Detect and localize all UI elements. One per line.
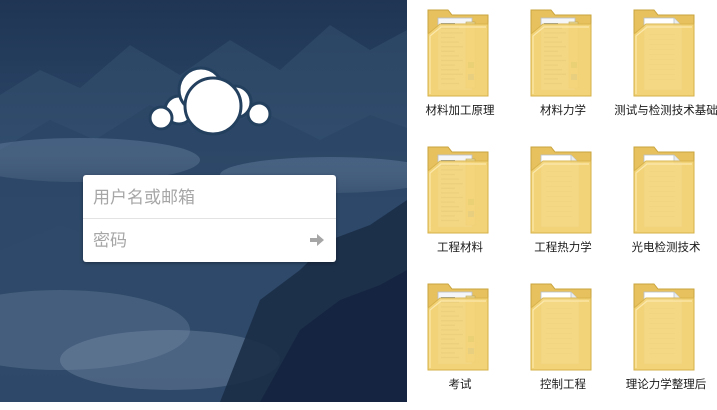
folder-item[interactable]: 材料加工原理 — [410, 4, 510, 136]
folder-icon — [628, 4, 700, 100]
folder-label: 理论力学整理后 — [625, 377, 707, 391]
folder-icon — [422, 278, 494, 374]
folder-item[interactable]: 考试 — [410, 278, 510, 410]
folder-icon — [628, 141, 700, 237]
folder-icon — [525, 141, 597, 237]
folder-icon — [422, 141, 494, 237]
folder-label: 控制工程 — [540, 377, 586, 391]
cloud-logo-icon — [148, 66, 272, 136]
password-field[interactable] — [83, 219, 336, 262]
folder-label: 工程材料 — [437, 240, 483, 254]
folder-icon — [525, 4, 597, 100]
folder-item[interactable]: 材料力学 — [513, 4, 613, 136]
login-panel — [0, 0, 407, 402]
submit-button[interactable] — [306, 229, 328, 251]
folder-grid: 材料加工原理 材料力学 测试与检测技术基础工程材料 工程热力学 光电检测技术考试 控制工程… — [407, 0, 717, 402]
folder-item[interactable]: 理论力学整理后 — [616, 278, 716, 410]
folder-label: 测试与检测技术基础 — [614, 103, 717, 117]
folder-label: 工程热力学 — [534, 240, 592, 254]
folder-item[interactable]: 控制工程 — [513, 278, 613, 410]
folder-label: 材料力学 — [540, 103, 586, 117]
folder-item[interactable]: 测试与检测技术基础 — [614, 4, 717, 136]
folder-label: 材料加工原理 — [425, 103, 495, 117]
arrow-right-icon — [310, 234, 324, 246]
folder-item[interactable]: 光电检测技术 — [616, 141, 716, 273]
folder-label: 光电检测技术 — [631, 240, 701, 254]
folder-label: 考试 — [448, 377, 472, 391]
folder-item[interactable]: 工程材料 — [410, 141, 510, 273]
folder-icon — [422, 4, 494, 100]
folder-icon — [525, 278, 597, 374]
login-form — [83, 175, 336, 262]
folder-item[interactable]: 工程热力学 — [513, 141, 613, 273]
username-field[interactable] — [83, 176, 336, 219]
folder-icon — [628, 278, 700, 374]
